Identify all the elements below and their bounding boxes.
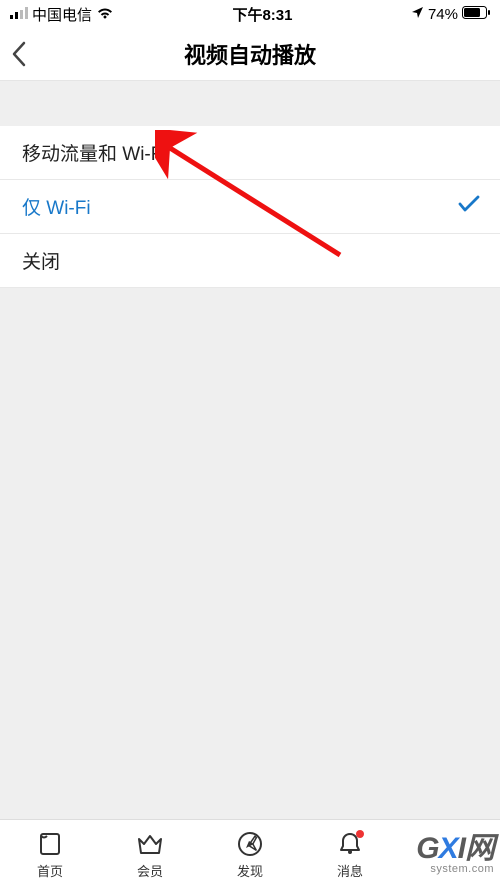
content-background [0,289,500,819]
check-icon [458,195,480,219]
notification-dot-icon [356,830,364,838]
tab-label: 会员 [137,861,163,880]
tab-bar: 首页 会员 发现 消息 [0,819,500,889]
back-button[interactable] [10,40,28,68]
battery-label: 74% [428,6,458,23]
signal-icon [10,6,28,23]
tab-home[interactable]: 首页 [0,820,100,889]
wifi-icon [96,6,114,23]
carrier-label: 中国电信 [32,4,92,25]
compass-icon [235,829,265,859]
tab-label: 发现 [237,861,263,880]
bell-icon [335,829,365,859]
section-gap [0,81,500,126]
crown-icon [135,829,165,859]
option-list: 移动流量和 Wi-Fi 仅 Wi-Fi 关闭 [0,126,500,288]
tab-label: 消息 [337,861,363,880]
option-label: 关闭 [22,247,60,274]
tab-messages[interactable]: 消息 [300,820,400,889]
option-label: 移动流量和 Wi-Fi [22,139,167,166]
status-bar: 中国电信 下午8:31 74% [0,0,500,28]
tab-vip[interactable]: 会员 [100,820,200,889]
status-left: 中国电信 [10,4,114,25]
page-title: 视频自动播放 [0,38,500,70]
nav-bar: 视频自动播放 [0,28,500,81]
option-label: 仅 Wi-Fi [22,193,91,220]
status-right: 74% [411,6,490,23]
option-mobile-and-wifi[interactable]: 移动流量和 Wi-Fi [0,126,500,180]
tab-discover[interactable]: 发现 [200,820,300,889]
status-time: 下午8:31 [232,4,292,25]
location-icon [411,6,424,23]
home-icon [35,829,65,859]
tab-label: 首页 [37,861,63,880]
option-off[interactable]: 关闭 [0,234,500,288]
option-wifi-only[interactable]: 仅 Wi-Fi [0,180,500,234]
battery-icon [462,6,490,23]
tab-watermark-slot [400,820,500,889]
